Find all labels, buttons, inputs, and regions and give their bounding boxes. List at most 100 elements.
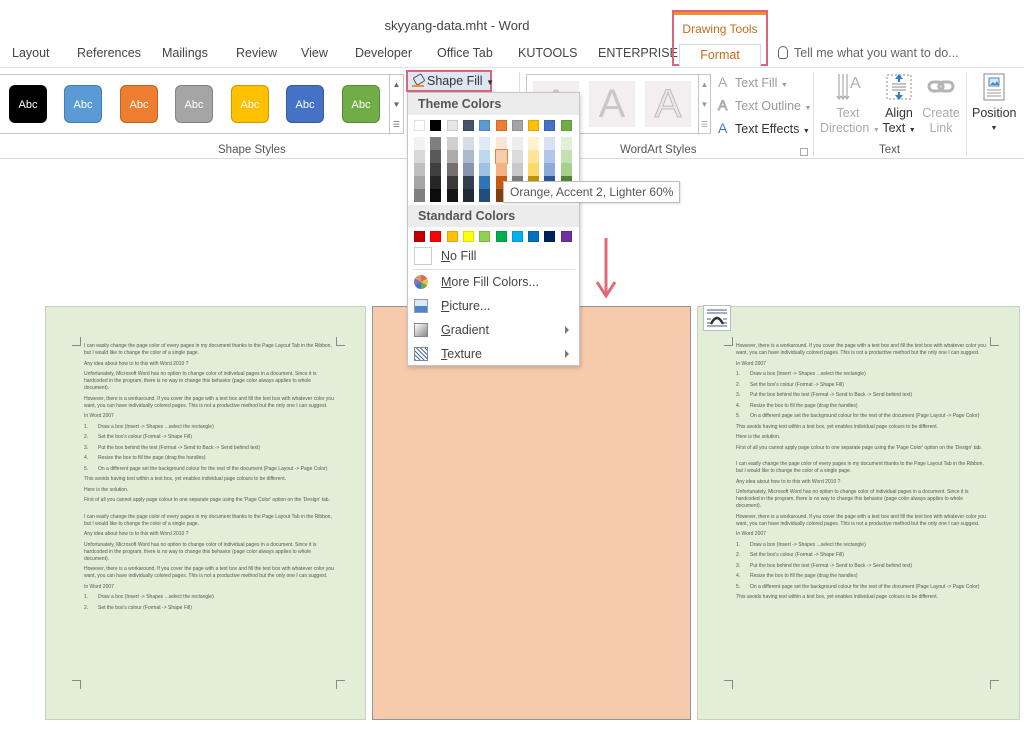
standard-color-swatch[interactable] — [511, 231, 523, 242]
dialog-launcher-icon[interactable] — [800, 148, 808, 156]
tab-format[interactable]: Format — [679, 44, 761, 66]
theme-color-swatch[interactable] — [414, 120, 425, 131]
theme-color-swatch[interactable] — [414, 150, 425, 163]
tab-review[interactable]: Review — [236, 46, 277, 60]
standard-color-swatch[interactable] — [430, 231, 442, 242]
tab-kutools[interactable]: KUTOOLS — [518, 46, 578, 60]
theme-color-swatch[interactable] — [414, 137, 425, 150]
theme-color-swatch[interactable] — [560, 150, 572, 163]
gradient-item[interactable]: Gradient — [408, 318, 579, 342]
theme-color-swatch[interactable] — [430, 120, 442, 131]
theme-color-swatch[interactable] — [414, 176, 425, 189]
tab-enterprise[interactable]: ENTERPRISE — [598, 46, 678, 60]
theme-color-swatch[interactable] — [528, 150, 540, 163]
theme-color-swatch[interactable] — [479, 176, 491, 189]
theme-color-swatch[interactable] — [494, 149, 508, 164]
theme-color-swatch[interactable] — [479, 189, 491, 202]
theme-color-swatch[interactable] — [446, 163, 458, 176]
texture-item[interactable]: Texture — [408, 342, 579, 366]
tab-layout[interactable]: Layout — [12, 46, 50, 60]
standard-color-swatch[interactable] — [414, 231, 425, 242]
theme-color-swatch[interactable] — [430, 137, 442, 150]
theme-color-swatch[interactable] — [560, 120, 572, 131]
tab-mailings[interactable]: Mailings — [162, 46, 208, 60]
tab-view[interactable]: View — [301, 46, 328, 60]
theme-color-swatch[interactable] — [446, 176, 458, 189]
theme-color-swatch[interactable] — [511, 163, 523, 176]
theme-color-swatch[interactable] — [430, 150, 442, 163]
wordart-style-3[interactable]: A — [645, 81, 691, 127]
standard-color-swatch[interactable] — [446, 231, 458, 242]
theme-color-swatch[interactable] — [528, 120, 540, 131]
gallery-scroll-up-button[interactable]: ▲ — [389, 75, 403, 95]
theme-color-swatch[interactable] — [430, 176, 442, 189]
shape-style-orange[interactable]: Abc — [120, 85, 158, 123]
shape-style-black[interactable]: Abc — [9, 85, 47, 123]
more-fill-colors-item[interactable]: More Fill Colors... — [408, 270, 579, 294]
theme-color-swatch[interactable] — [446, 150, 458, 163]
position-button[interactable]: Position ▼ — [972, 72, 1016, 136]
wordart-more-button[interactable]: ☰ — [698, 115, 710, 135]
standard-color-swatch[interactable] — [560, 231, 572, 242]
theme-color-swatch[interactable] — [528, 137, 540, 150]
theme-color-swatch[interactable] — [446, 137, 458, 150]
theme-color-swatch[interactable] — [414, 163, 425, 176]
tell-me-box[interactable]: Tell me what you want to do... — [778, 46, 959, 60]
shape-style-gray[interactable]: Abc — [175, 85, 213, 123]
gallery-scroll-down-button[interactable]: ▼ — [389, 95, 403, 115]
theme-color-swatch[interactable] — [495, 163, 507, 176]
text-outline-button[interactable]: A Text Outline ▼ — [718, 97, 812, 114]
align-text-button[interactable]: Align Text ▼ — [879, 72, 919, 138]
shape-fill-button[interactable]: Shape Fill ▼ — [406, 70, 494, 92]
theme-color-swatch[interactable] — [462, 120, 474, 131]
theme-color-swatch[interactable] — [528, 163, 540, 176]
text-fill-button[interactable]: A Text Fill ▼ — [718, 74, 788, 90]
standard-color-swatch[interactable] — [528, 231, 540, 242]
theme-color-swatch[interactable] — [430, 189, 442, 202]
standard-color-swatch[interactable] — [479, 231, 491, 242]
theme-color-swatch[interactable] — [446, 189, 458, 202]
standard-color-swatch[interactable] — [544, 231, 556, 242]
picture-item[interactable]: Picture... — [408, 294, 579, 318]
standard-color-swatch[interactable] — [495, 231, 507, 242]
shape-style-green[interactable]: Abc — [342, 85, 380, 123]
page-right[interactable]: However, there is a workaround. If you c… — [697, 306, 1020, 720]
theme-color-swatch[interactable] — [479, 150, 491, 163]
theme-color-swatch[interactable] — [495, 120, 507, 131]
theme-color-swatch[interactable] — [495, 137, 507, 150]
theme-color-swatch[interactable] — [462, 163, 474, 176]
gallery-more-button[interactable]: ☰ — [389, 115, 403, 135]
theme-color-swatch[interactable] — [446, 120, 458, 131]
tab-office-tab[interactable]: Office Tab — [437, 46, 493, 60]
tab-developer[interactable]: Developer — [355, 46, 412, 60]
no-fill-item[interactable]: No Fill — [408, 244, 579, 268]
theme-color-swatch[interactable] — [479, 137, 491, 150]
theme-color-swatch[interactable] — [544, 150, 556, 163]
theme-color-swatch[interactable] — [544, 163, 556, 176]
theme-color-swatch[interactable] — [462, 189, 474, 202]
shape-style-blue[interactable]: Abc — [64, 85, 102, 123]
theme-color-swatch[interactable] — [560, 163, 572, 176]
standard-color-swatch[interactable] — [462, 231, 474, 242]
theme-color-swatch[interactable] — [544, 120, 556, 131]
create-link-button[interactable]: Create Link — [922, 72, 960, 136]
text-effects-button[interactable]: A Text Effects ▼ — [718, 120, 810, 136]
tab-references[interactable]: References — [77, 46, 141, 60]
theme-color-swatch[interactable] — [479, 120, 491, 131]
theme-color-swatch[interactable] — [511, 150, 523, 163]
theme-color-swatch[interactable] — [511, 120, 523, 131]
theme-color-swatch[interactable] — [462, 176, 474, 189]
layout-options-button[interactable] — [703, 305, 731, 331]
theme-color-swatch[interactable] — [462, 150, 474, 163]
theme-color-swatch[interactable] — [511, 137, 523, 150]
wordart-scroll-down-button[interactable]: ▼ — [698, 95, 710, 115]
theme-color-swatch[interactable] — [414, 189, 425, 202]
theme-color-swatch[interactable] — [560, 137, 572, 150]
wordart-scroll-up-button[interactable]: ▲ — [698, 75, 710, 95]
page-left[interactable]: I can easily change the page color of ev… — [45, 306, 366, 720]
shape-style-darkblue[interactable]: Abc — [286, 85, 324, 123]
text-direction-button[interactable]: A Text Direction ▼ — [820, 72, 880, 138]
wordart-style-2[interactable]: A — [589, 81, 635, 127]
theme-color-swatch[interactable] — [479, 163, 491, 176]
theme-color-swatch[interactable] — [544, 137, 556, 150]
